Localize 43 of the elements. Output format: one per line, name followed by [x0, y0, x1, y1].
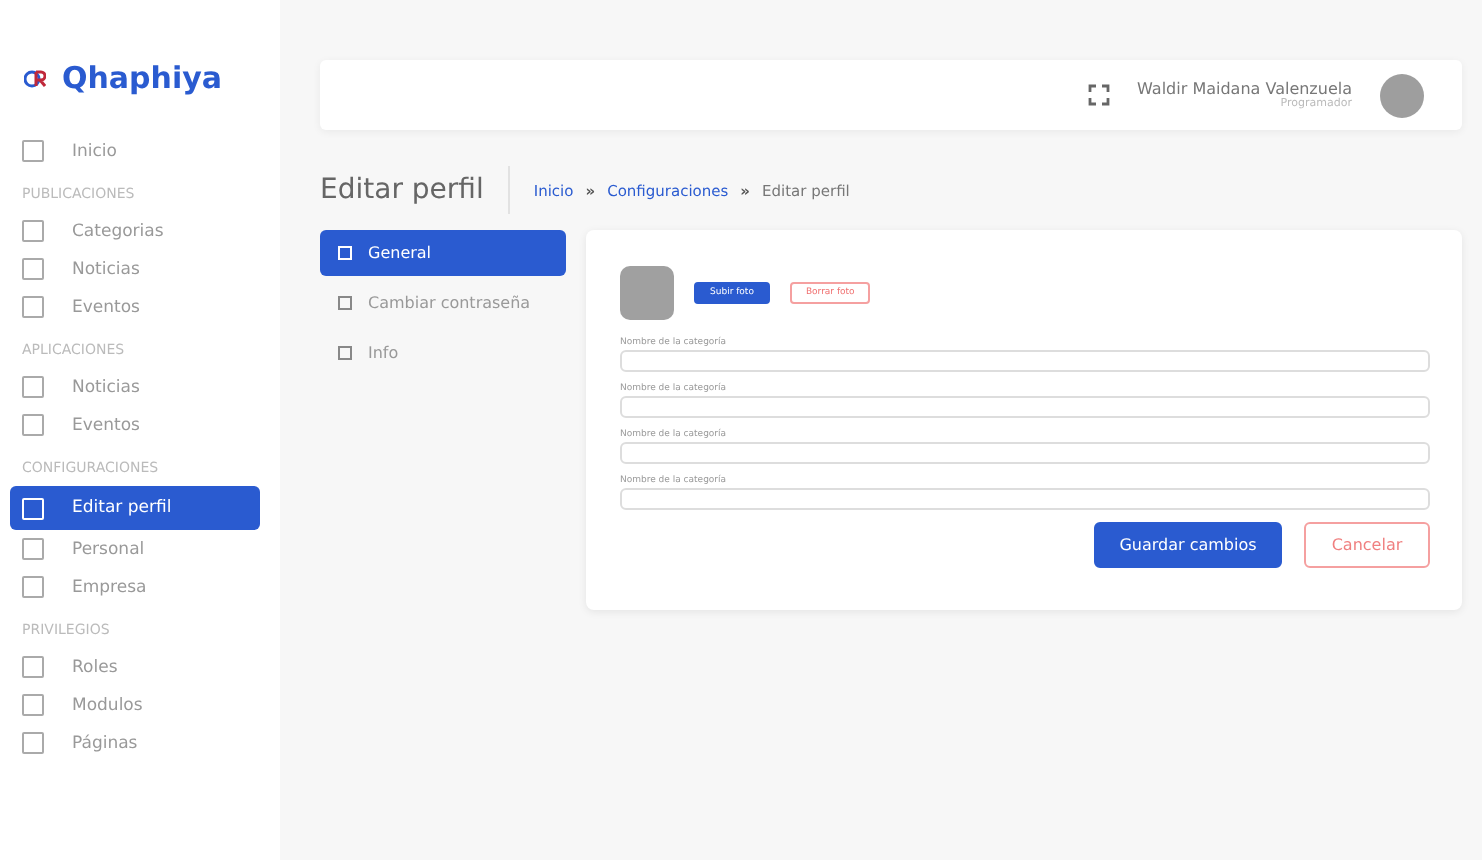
- square-icon: [22, 576, 44, 598]
- tab[interactable]: Cambiar contraseña: [320, 280, 566, 326]
- square-icon: [22, 376, 44, 398]
- input-field[interactable]: [620, 488, 1430, 510]
- sidebar-item[interactable]: Categorias: [10, 212, 260, 250]
- sidebar-item[interactable]: Editar perfil: [10, 486, 260, 530]
- square-icon: [22, 258, 44, 280]
- logo-icon: [24, 69, 46, 87]
- sidebar-item[interactable]: Eventos: [10, 288, 260, 326]
- sidebar-item[interactable]: Inicio: [10, 132, 260, 170]
- square-icon: [22, 220, 44, 242]
- cancel-button[interactable]: Cancelar: [1304, 522, 1430, 568]
- square-icon: [22, 296, 44, 318]
- photo-placeholder: [620, 266, 674, 320]
- input-field[interactable]: [620, 396, 1430, 418]
- input-field[interactable]: [620, 442, 1430, 464]
- avatar[interactable]: [1380, 73, 1424, 117]
- square-icon: [22, 497, 44, 519]
- square-icon: [22, 538, 44, 560]
- square-icon: [338, 346, 352, 360]
- square-icon: [22, 656, 44, 678]
- fullscreen-icon[interactable]: [1087, 84, 1110, 106]
- square-icon: [22, 140, 44, 162]
- square-icon: [22, 414, 44, 436]
- square-icon: [338, 296, 352, 310]
- save-button[interactable]: Guardar cambios: [1094, 522, 1282, 568]
- sidebar-item[interactable]: Eventos: [10, 406, 260, 444]
- tab[interactable]: General: [320, 230, 566, 276]
- sidebar-item[interactable]: Empresa: [10, 568, 260, 606]
- square-icon: [338, 246, 352, 260]
- user-name: Waldir Maidana Valenzuela: [1137, 80, 1352, 98]
- square-icon: [22, 732, 44, 754]
- input-field[interactable]: [620, 350, 1430, 372]
- sidebar-item[interactable]: Noticias: [10, 368, 260, 406]
- square-icon: [22, 694, 44, 716]
- page-title: Editar perfil: [320, 166, 510, 214]
- sidebar-item[interactable]: Personal: [10, 530, 260, 568]
- sidebar-item[interactable]: Modulos: [10, 686, 260, 724]
- sidebar-item[interactable]: Noticias: [10, 250, 260, 288]
- brand-name: Qhaphiya: [62, 60, 223, 96]
- sidebar-item[interactable]: Roles: [10, 648, 260, 686]
- sidebar-item[interactable]: Páginas: [10, 724, 260, 762]
- tab[interactable]: Info: [320, 330, 566, 376]
